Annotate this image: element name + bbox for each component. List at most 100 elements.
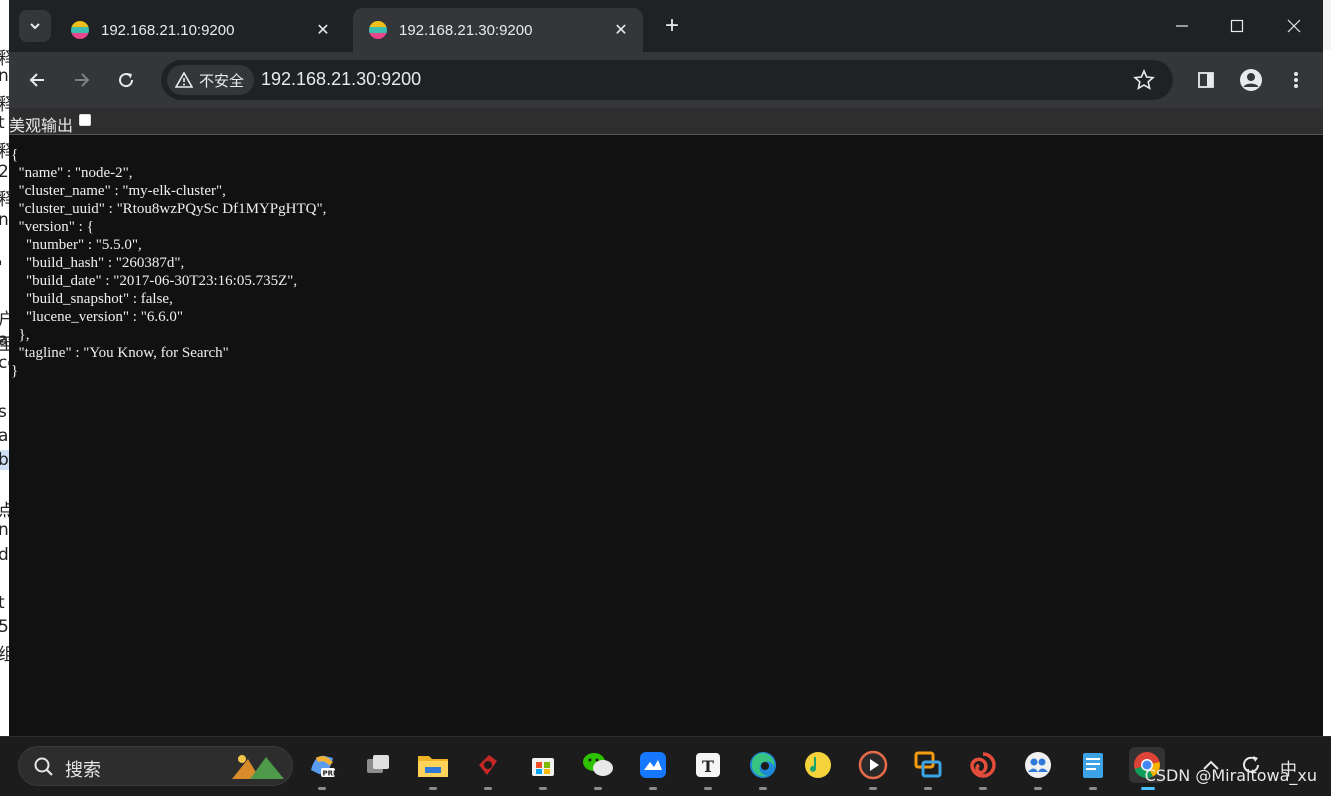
url-text[interactable]: 192.168.21.30:9200 xyxy=(261,69,421,90)
close-icon xyxy=(1287,19,1301,33)
qq-music[interactable] xyxy=(800,747,836,783)
pretty-print-checkbox[interactable] xyxy=(79,114,91,126)
json-response: { "name" : "node-2", "cluster_name" : "m… xyxy=(11,146,1323,736)
chevron-down-icon xyxy=(30,23,40,30)
qq-music-icon xyxy=(805,752,831,778)
folder-icon xyxy=(418,756,448,777)
running-indicator xyxy=(869,787,877,790)
json-line: "name" : "node-2", xyxy=(11,165,133,181)
security-label: 不安全 xyxy=(199,71,245,90)
bg-text: co xyxy=(0,353,9,373)
running-indicator xyxy=(759,787,767,790)
json-line: } xyxy=(11,363,19,379)
json-line: "build_snapshot" : false, xyxy=(11,291,173,307)
contacts-icon xyxy=(1025,752,1051,778)
bg-text: 户 xyxy=(0,310,9,330)
running-indicator xyxy=(924,787,932,790)
new-tab-button[interactable]: + xyxy=(659,13,685,39)
profile-button[interactable] xyxy=(1235,64,1267,96)
elastic-favicon-icon xyxy=(369,21,387,39)
copilot-icon: PRE xyxy=(311,755,338,778)
watermark: CSDN @Miraitowa_xu xyxy=(1144,766,1317,785)
bg-text: ar xyxy=(0,426,9,446)
bg-text: 组 xyxy=(0,645,9,665)
app-swirl[interactable] xyxy=(965,747,1001,783)
bookmark-star-icon[interactable] xyxy=(1133,69,1155,91)
background-window-right xyxy=(1323,50,1331,740)
typora[interactable]: T xyxy=(690,747,726,783)
menu-button[interactable] xyxy=(1280,64,1312,96)
warning-icon xyxy=(175,72,193,88)
bg-text: nt xyxy=(0,520,9,540)
feishu-icon xyxy=(640,752,666,778)
json-line: "lucene_version" : "6.6.0" xyxy=(11,309,183,325)
reload-button[interactable] xyxy=(110,64,142,96)
json-line: "cluster_name" : "my-elk-cluster", xyxy=(11,183,226,199)
svg-text:PRE: PRE xyxy=(323,770,338,778)
back-button[interactable] xyxy=(21,64,53,96)
bg-text: 释 xyxy=(0,95,9,115)
tab-title: 192.168.21.10:9200 xyxy=(101,21,235,39)
app-red[interactable] xyxy=(470,747,506,783)
bg-text: b xyxy=(0,450,9,470)
edge-icon xyxy=(750,752,776,778)
bg-text: 56 xyxy=(0,617,9,637)
task-view[interactable] xyxy=(360,747,396,783)
json-line: "cluster_uuid" : "Rtou8wzPQySc Df1MYPgHT… xyxy=(11,201,327,217)
bg-text: 20 xyxy=(0,162,9,182)
json-line: }, xyxy=(11,327,30,343)
running-indicator xyxy=(704,787,712,790)
side-panel-button[interactable] xyxy=(1190,64,1222,96)
json-line: "version" : { xyxy=(11,219,94,235)
feishu[interactable] xyxy=(635,747,671,783)
close-icon[interactable]: ✕ xyxy=(611,20,631,40)
json-line: "tagline" : "You Know, for Search" xyxy=(11,345,229,361)
elastic-favicon-icon xyxy=(71,21,89,39)
swirl-icon xyxy=(970,752,996,778)
chrome-window: 192.168.21.10:9200 ✕ 192.168.21.30:9200 … xyxy=(9,0,1323,736)
more-vert-icon xyxy=(1294,72,1298,88)
notepad[interactable] xyxy=(1075,747,1111,783)
maximize-button[interactable] xyxy=(1214,10,1260,42)
running-indicator xyxy=(979,787,987,790)
edge[interactable] xyxy=(745,747,781,783)
close-icon[interactable]: ✕ xyxy=(313,20,333,40)
store-icon xyxy=(532,758,554,776)
taskbar-search[interactable]: 搜索 xyxy=(18,746,293,786)
search-highlight-icon xyxy=(232,755,284,779)
running-indicator xyxy=(1034,787,1042,790)
tab-node1[interactable]: 192.168.21.10:9200 ✕ xyxy=(55,8,345,52)
media-player[interactable] xyxy=(855,747,891,783)
copilot-app[interactable]: PRE xyxy=(304,747,340,783)
security-chip[interactable]: 不安全 xyxy=(167,65,255,95)
red-app-icon xyxy=(479,755,497,775)
minimize-button[interactable] xyxy=(1159,10,1205,42)
running-indicator xyxy=(318,787,326,790)
running-indicator xyxy=(484,787,492,790)
forward-button[interactable] xyxy=(66,64,98,96)
json-line: "build_date" : "2017-06-30T23:16:05.735Z… xyxy=(11,273,298,289)
side-panel-icon xyxy=(1198,72,1214,88)
wechat-icon xyxy=(583,753,613,776)
contacts[interactable] xyxy=(1020,747,1056,783)
bg-text: 点 xyxy=(0,501,9,521)
taskbar: 搜索 PRE T 中 xyxy=(0,736,1331,796)
address-bar[interactable]: 不安全 192.168.21.30:9200 xyxy=(161,60,1173,100)
bg-text: 释 xyxy=(0,142,9,162)
microsoft-store[interactable] xyxy=(525,747,561,783)
bg-text: d xyxy=(0,545,9,565)
tab-search-button[interactable] xyxy=(19,10,51,42)
typora-icon: T xyxy=(696,753,720,777)
remote-desktop[interactable] xyxy=(910,747,946,783)
notepad-icon xyxy=(1083,753,1103,778)
wechat[interactable] xyxy=(580,747,616,783)
bg-text: ne xyxy=(0,66,9,86)
running-indicator xyxy=(429,787,437,790)
running-indicator xyxy=(1089,787,1097,790)
json-line: "build_hash" : "260387d", xyxy=(11,255,185,271)
tab-node2[interactable]: 192.168.21.30:9200 ✕ xyxy=(353,8,643,52)
bg-text: at xyxy=(0,330,9,350)
close-window-button[interactable] xyxy=(1271,10,1317,42)
file-explorer[interactable] xyxy=(415,747,451,783)
bg-text: t xyxy=(0,113,5,133)
